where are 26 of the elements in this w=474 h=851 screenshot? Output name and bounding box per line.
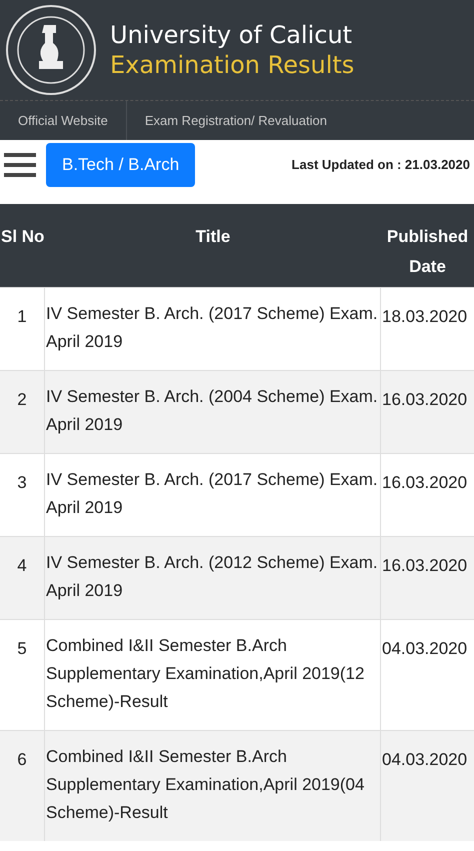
table-cell[interactable]: IV Semester B. Arch. (2012 Scheme) Exam. April 2019	[45, 536, 381, 619]
university-seal-icon	[4, 3, 98, 97]
table-cell: 2	[0, 370, 45, 453]
last-updated-text: Last Updated on : 21.03.2020	[292, 156, 470, 174]
column-header: Published Date	[381, 204, 474, 287]
nav-link[interactable]: Official Website	[0, 101, 126, 140]
table-cell[interactable]: IV Semester B. Arch. (2017 Scheme) Exam. April 2019	[45, 453, 381, 536]
column-header: Sl No	[0, 204, 45, 287]
table-cell[interactable]: IV Semester B. Arch. (2004 Scheme) Exam. April 2019	[45, 370, 381, 453]
menu-icon[interactable]	[4, 151, 36, 179]
category-button[interactable]: B.Tech / B.Arch	[46, 143, 196, 187]
table-cell[interactable]: Combined I&II Semester B.Arch Supplementary Examination,April 2019(04 Scheme)-Result	[45, 730, 381, 841]
table-cell: 5	[0, 619, 45, 730]
column-header: Title	[45, 204, 381, 287]
table-cell: 04.03.2020	[381, 730, 474, 841]
table-cell: 6	[0, 730, 45, 841]
site-subtitle: Examination Results	[110, 50, 354, 80]
nav-link[interactable]: Exam Registration/ Revaluation	[126, 101, 345, 140]
table-cell: 1	[0, 287, 45, 370]
table-cell[interactable]: Combined I&II Semester B.Arch Supplementary Examination,April 2019(12 Scheme)-Result	[45, 619, 381, 730]
table-cell: 16.03.2020	[381, 370, 474, 453]
table-cell[interactable]: IV Semester B. Arch. (2017 Scheme) Exam. April 2019	[45, 287, 381, 370]
table-cell: 3	[0, 453, 45, 536]
table-cell: 4	[0, 536, 45, 619]
table-cell: 16.03.2020	[381, 536, 474, 619]
university-name: University of Calicut	[110, 20, 354, 50]
